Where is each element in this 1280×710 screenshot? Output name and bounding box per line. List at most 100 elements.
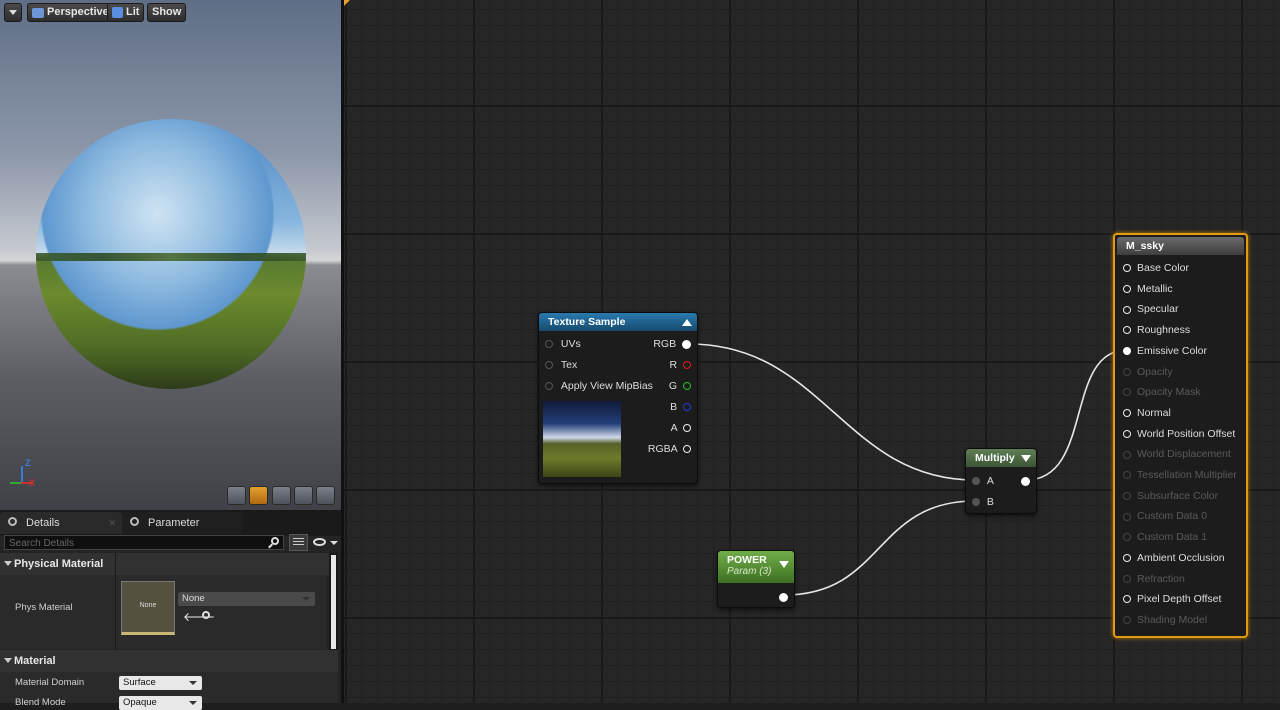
lit-mode-button[interactable]: Lit <box>107 3 145 22</box>
material-input-subsurface-color[interactable]: Subsurface Color <box>1123 488 1218 504</box>
material-domain-dropdown[interactable]: Surface <box>119 676 202 690</box>
physical-material-category[interactable]: Physical Material <box>0 553 338 575</box>
pin-icon[interactable] <box>1123 491 1131 500</box>
material-input-custom-data-1[interactable]: Custom Data 1 <box>1123 529 1207 545</box>
collapse-icon[interactable] <box>1021 455 1031 462</box>
phys-material-dropdown[interactable]: None <box>178 592 315 606</box>
material-input-tessellation-multiplier[interactable]: Tessellation Multiplier <box>1123 467 1237 483</box>
pin-icon[interactable] <box>1123 305 1131 314</box>
pin-icon[interactable] <box>1123 409 1131 418</box>
output-r[interactable]: R <box>669 357 691 373</box>
multiply-input-a[interactable]: A <box>972 473 994 489</box>
material-preview-viewport[interactable]: Perspective Lit Show Z X <box>0 0 341 510</box>
texture-sample-header[interactable]: Texture Sample <box>539 313 697 331</box>
pin-icon[interactable] <box>1123 616 1131 625</box>
view-options-grid-button[interactable] <box>289 534 308 551</box>
material-input-opacity-mask[interactable]: Opacity Mask <box>1123 384 1201 400</box>
multiply-header[interactable]: Multiply <box>966 449 1036 467</box>
pin-icon[interactable] <box>1123 284 1131 293</box>
eye-visibility-button[interactable] <box>312 536 338 550</box>
pin-icon[interactable] <box>1123 471 1131 480</box>
output-a[interactable]: A <box>671 420 691 436</box>
pin-icon[interactable] <box>1123 347 1131 356</box>
material-input-refraction[interactable]: Refraction <box>1123 571 1185 587</box>
pin-icon[interactable] <box>682 339 691 349</box>
tab-parameter-defaults[interactable]: Parameter Defaults <box>122 512 242 551</box>
material-input-specular[interactable]: Specular <box>1123 301 1178 317</box>
material-input-world-displacement[interactable]: World Displacement <box>1123 446 1231 462</box>
pin-icon[interactable] <box>1123 264 1131 273</box>
multiply-output[interactable] <box>1021 473 1030 489</box>
pin-icon[interactable] <box>683 361 691 370</box>
phys-material-thumbnail[interactable]: None <box>121 581 175 635</box>
pin-icon[interactable] <box>1123 595 1131 604</box>
output-b[interactable]: B <box>670 399 691 415</box>
pin-icon[interactable] <box>1123 554 1131 563</box>
show-button[interactable]: Show <box>147 3 187 22</box>
pin-icon[interactable] <box>683 403 691 412</box>
pin-icon[interactable] <box>1123 533 1131 542</box>
details-scrollbar[interactable] <box>329 553 338 651</box>
pin-icon[interactable] <box>683 382 691 391</box>
preview-cube-button[interactable] <box>294 486 313 505</box>
multiply-input-b[interactable]: B <box>972 494 994 510</box>
power-header[interactable]: POWER Param (3) <box>718 551 794 583</box>
preview-plane-button[interactable] <box>272 486 291 505</box>
output-g[interactable]: G <box>669 378 691 394</box>
scrollbar-thumb[interactable] <box>331 555 336 649</box>
use-selected-arrow-icon[interactable]: 🡐 <box>183 609 215 624</box>
input-tex[interactable]: Tex <box>545 357 577 373</box>
preview-sphere-button[interactable] <box>249 486 268 505</box>
tab-details[interactable]: Details ✕ <box>0 512 122 534</box>
pin-icon[interactable] <box>1123 429 1131 438</box>
pin-icon[interactable] <box>1123 512 1131 521</box>
pin-icon[interactable] <box>683 424 691 433</box>
collapse-icon[interactable] <box>779 561 789 568</box>
search-icon[interactable] <box>268 537 280 549</box>
material-input-opacity[interactable]: Opacity <box>1123 364 1173 380</box>
material-result-header[interactable]: M_ssky <box>1117 237 1244 255</box>
material-input-shading-model[interactable]: Shading Model <box>1123 612 1207 628</box>
texture-sample-node[interactable]: Texture Sample UVs Tex Apply View MipBia… <box>538 312 698 484</box>
material-graph-canvas[interactable]: Texture Sample UVs Tex Apply View MipBia… <box>344 0 1280 703</box>
pin-icon[interactable] <box>1021 476 1030 486</box>
material-input-base-color[interactable]: Base Color <box>1123 260 1189 276</box>
input-uvs[interactable]: UVs <box>545 336 581 352</box>
power-param-node[interactable]: POWER Param (3) <box>717 550 795 608</box>
pin-icon[interactable] <box>972 498 980 507</box>
pin-icon[interactable] <box>683 445 691 454</box>
material-input-normal[interactable]: Normal <box>1123 405 1171 421</box>
material-input-emissive-color[interactable]: Emissive Color <box>1123 343 1207 359</box>
pin-icon[interactable] <box>1123 574 1131 583</box>
pin-icon[interactable] <box>545 361 553 370</box>
output-rgba[interactable]: RGBA <box>648 441 691 457</box>
perspective-button[interactable]: Perspective <box>27 3 114 22</box>
pin-icon[interactable] <box>779 592 788 602</box>
material-input-metallic[interactable]: Metallic <box>1123 281 1173 297</box>
pin-icon[interactable] <box>972 477 980 486</box>
pin-icon[interactable] <box>545 340 553 349</box>
power-output[interactable] <box>779 589 788 605</box>
material-input-ambient-occlusion[interactable]: Ambient Occlusion <box>1123 550 1225 566</box>
browse-search-icon[interactable] <box>202 611 210 619</box>
material-result-node[interactable]: M_ssky Base Color Metallic Specular Roughne… <box>1113 233 1248 638</box>
multiply-node[interactable]: Multiply A B <box>965 448 1037 514</box>
material-input-roughness[interactable]: Roughness <box>1123 322 1190 338</box>
pin-icon[interactable] <box>1123 450 1131 459</box>
output-rgb[interactable]: RGB <box>653 336 691 352</box>
input-apply-view-mipbias[interactable]: Apply View MipBias <box>545 378 653 394</box>
preview-mesh-button[interactable] <box>316 486 335 505</box>
material-input-world-position-offset[interactable]: World Position Offset <box>1123 426 1235 442</box>
pin-icon[interactable] <box>545 382 553 391</box>
material-input-custom-data-0[interactable]: Custom Data 0 <box>1123 508 1207 524</box>
search-details-input[interactable]: Search Details <box>4 535 284 550</box>
material-input-pixel-depth-offset[interactable]: Pixel Depth Offset <box>1123 591 1221 607</box>
pin-icon[interactable] <box>1123 326 1131 335</box>
pin-icon[interactable] <box>1123 388 1131 397</box>
viewport-options-button[interactable] <box>4 3 22 22</box>
material-category[interactable]: Material <box>0 650 338 672</box>
preview-cylinder-button[interactable] <box>227 486 246 505</box>
collapse-icon[interactable] <box>682 319 692 326</box>
blend-mode-dropdown[interactable]: Opaque <box>119 696 202 710</box>
close-tab-icon[interactable]: ✕ <box>108 512 116 534</box>
